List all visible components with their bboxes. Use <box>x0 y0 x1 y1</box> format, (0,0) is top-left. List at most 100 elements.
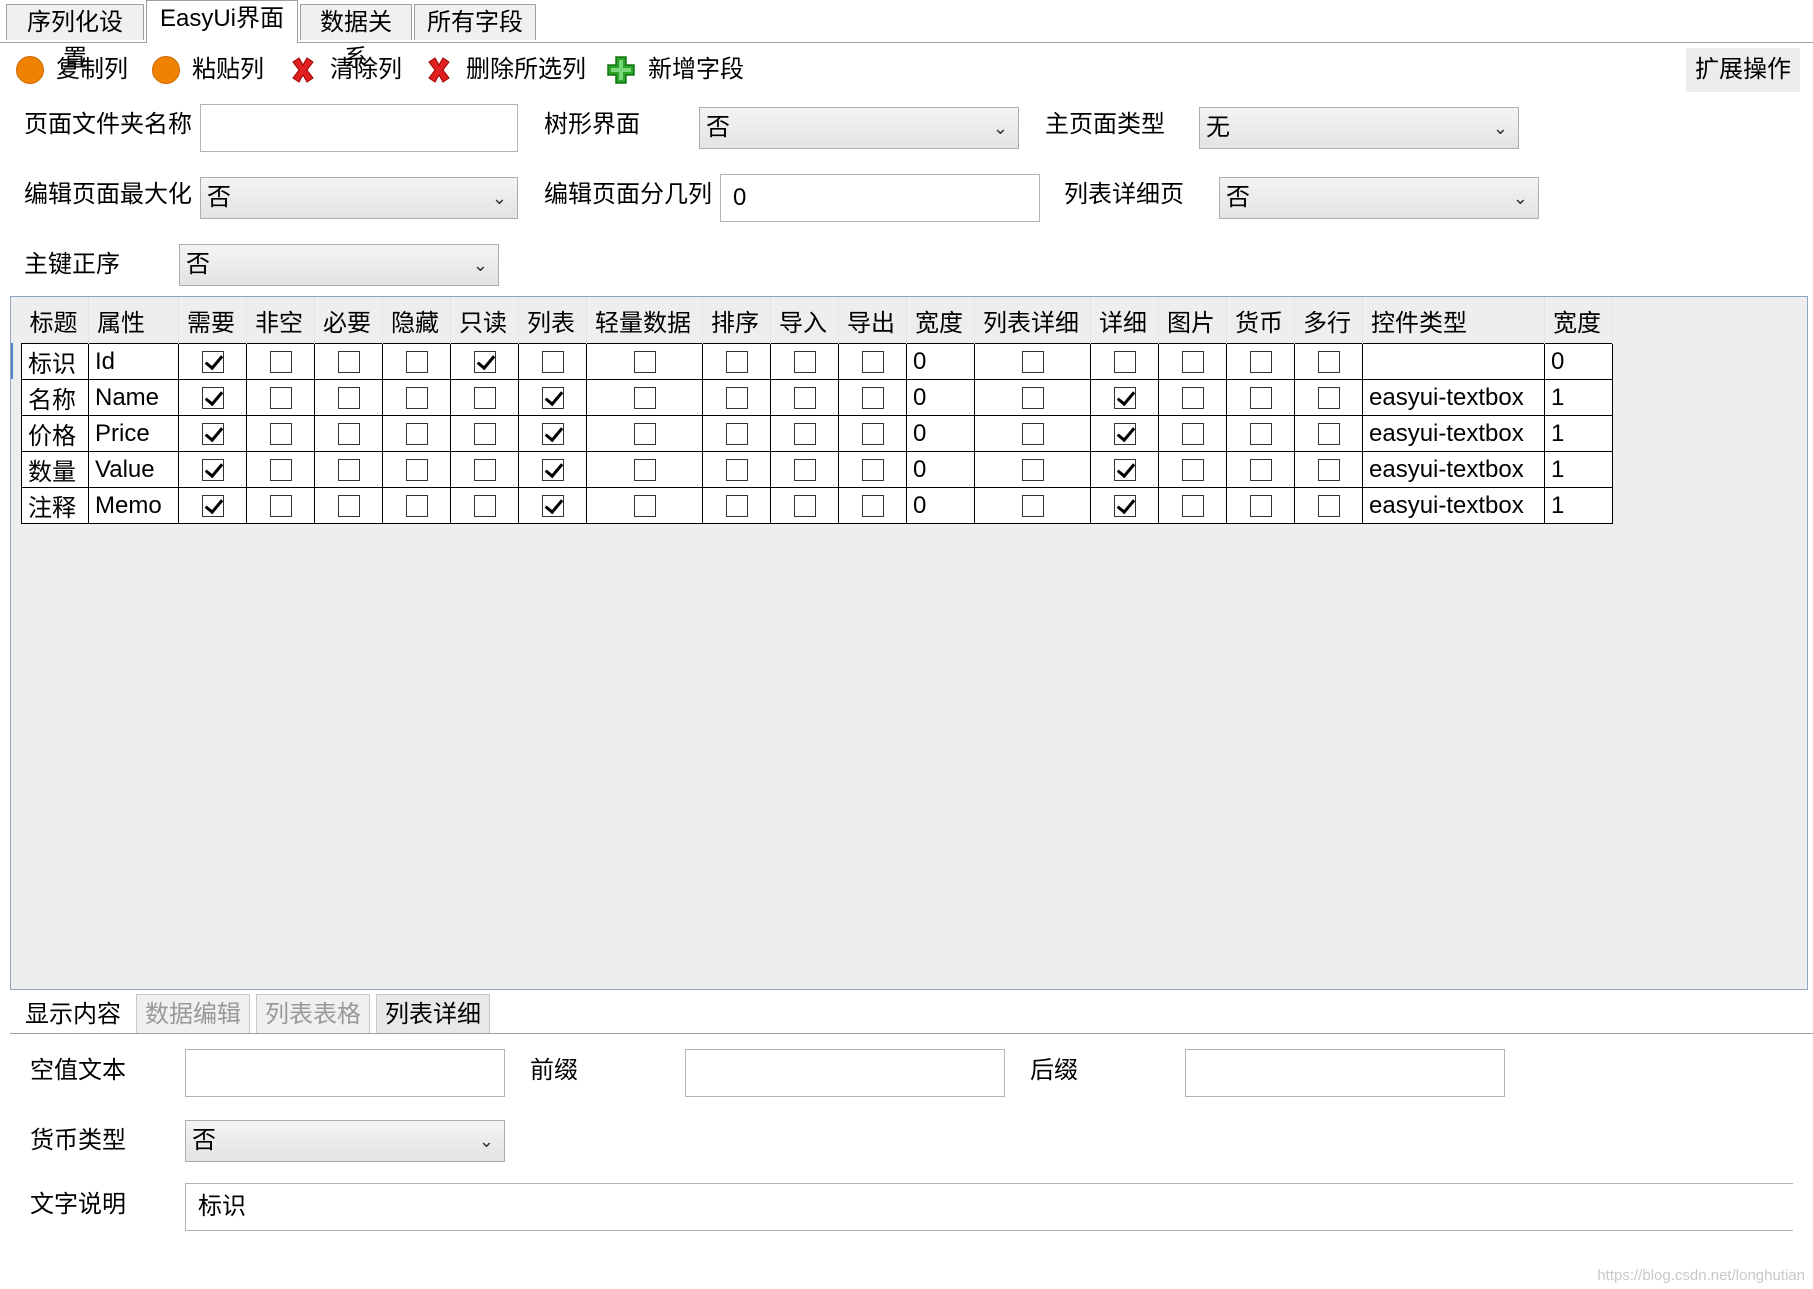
checkbox-currency[interactable] <box>1249 351 1272 374</box>
folder-name-input[interactable] <box>200 104 518 152</box>
checkbox-need[interactable] <box>201 387 224 410</box>
checkbox-import[interactable] <box>793 459 816 482</box>
checkbox-list[interactable] <box>541 459 564 482</box>
tab-list-detail[interactable]: 列表详细 <box>376 994 490 1034</box>
cell-width[interactable]: 0 <box>906 343 975 380</box>
checkbox-hidden[interactable] <box>405 495 428 518</box>
column-header[interactable]: 需要 <box>178 297 247 344</box>
checkbox-import[interactable] <box>793 423 816 446</box>
column-header[interactable]: 列表 <box>518 297 587 344</box>
checkbox-list[interactable] <box>541 423 564 446</box>
checkbox-image[interactable] <box>1181 423 1204 446</box>
column-header[interactable]: 控件类型 <box>1362 297 1545 344</box>
cell-prop[interactable]: Id <box>88 343 179 380</box>
column-header[interactable]: 货币 <box>1226 297 1295 344</box>
checkbox-readonly[interactable] <box>473 495 496 518</box>
checkbox-hidden[interactable] <box>405 459 428 482</box>
checkbox-sort[interactable] <box>725 423 748 446</box>
table-row[interactable]: 数量 Value 0 easyui-textbox 1 <box>21 451 1613 488</box>
checkbox-image[interactable] <box>1181 351 1204 374</box>
pk-asc-select[interactable]: 否 ⌄ <box>179 244 499 286</box>
cell-width[interactable]: 0 <box>906 487 975 524</box>
checkbox-list_detail[interactable] <box>1021 351 1044 374</box>
checkbox-list[interactable] <box>541 387 564 410</box>
tree-ui-select[interactable]: 否 ⌄ <box>699 107 1019 149</box>
checkbox-export[interactable] <box>861 495 884 518</box>
checkbox-currency[interactable] <box>1249 387 1272 410</box>
checkbox-currency[interactable] <box>1249 459 1272 482</box>
checkbox-required[interactable] <box>337 387 360 410</box>
suffix-input[interactable] <box>1185 1049 1505 1097</box>
checkbox-notnull[interactable] <box>269 495 292 518</box>
checkbox-detail[interactable] <box>1113 423 1136 446</box>
checkbox-detail[interactable] <box>1113 459 1136 482</box>
column-header[interactable]: 标题 <box>21 297 89 344</box>
column-header[interactable]: 图片 <box>1158 297 1227 344</box>
table-row[interactable]: 价格 Price 0 easyui-textbox 1 <box>21 415 1613 452</box>
checkbox-readonly[interactable] <box>473 423 496 446</box>
delete-selected-column-button[interactable]: 删除所选列 <box>424 52 586 88</box>
column-header[interactable]: 排序 <box>702 297 771 344</box>
clear-column-button[interactable]: 清除列 <box>288 52 402 88</box>
prefix-input[interactable] <box>685 1049 1005 1097</box>
checkbox-detail[interactable] <box>1113 387 1136 410</box>
cell-prop[interactable]: Memo <box>88 487 179 524</box>
cell-control[interactable] <box>1362 343 1545 380</box>
tab-data-edit[interactable]: 数据编辑 <box>136 994 250 1034</box>
checkbox-list[interactable] <box>541 495 564 518</box>
checkbox-notnull[interactable] <box>269 459 292 482</box>
checkbox-export[interactable] <box>861 387 884 410</box>
column-header[interactable]: 多行 <box>1294 297 1363 344</box>
checkbox-notnull[interactable] <box>269 423 292 446</box>
cell-prop[interactable]: Name <box>88 379 179 416</box>
checkbox-light[interactable] <box>633 387 656 410</box>
column-header[interactable]: 属性 <box>88 297 179 344</box>
checkbox-hidden[interactable] <box>405 351 428 374</box>
cell-prop[interactable]: Price <box>88 415 179 452</box>
checkbox-need[interactable] <box>201 495 224 518</box>
description-input[interactable]: 标识 <box>185 1183 1793 1231</box>
table-row[interactable]: 标识 Id 0 0 <box>21 343 1613 380</box>
checkbox-multiline[interactable] <box>1317 459 1340 482</box>
cell-prop[interactable]: Value <box>88 451 179 488</box>
checkbox-notnull[interactable] <box>269 387 292 410</box>
cell-control[interactable]: easyui-textbox <box>1362 415 1545 452</box>
list-detail-page-select[interactable]: 否 ⌄ <box>1219 177 1539 219</box>
checkbox-sort[interactable] <box>725 387 748 410</box>
main-page-type-select[interactable]: 无 ⌄ <box>1199 107 1519 149</box>
checkbox-image[interactable] <box>1181 495 1204 518</box>
tab-easyui[interactable]: EasyUi界面 <box>146 0 298 43</box>
checkbox-need[interactable] <box>201 423 224 446</box>
null-text-input[interactable] <box>185 1049 505 1097</box>
checkbox-currency[interactable] <box>1249 495 1272 518</box>
checkbox-required[interactable] <box>337 459 360 482</box>
cell-width2[interactable]: 1 <box>1544 451 1613 488</box>
cell-title[interactable]: 名称 <box>21 379 89 416</box>
column-header[interactable]: 详细 <box>1090 297 1159 344</box>
checkbox-sort[interactable] <box>725 495 748 518</box>
cell-title[interactable]: 标识 <box>21 343 89 380</box>
checkbox-light[interactable] <box>633 459 656 482</box>
checkbox-multiline[interactable] <box>1317 423 1340 446</box>
table-row[interactable]: 注释 Memo 0 easyui-textbox 1 <box>21 487 1613 524</box>
tab-list-table[interactable]: 列表表格 <box>256 994 370 1034</box>
column-header[interactable]: 导出 <box>838 297 907 344</box>
checkbox-multiline[interactable] <box>1317 387 1340 410</box>
checkbox-list_detail[interactable] <box>1021 459 1044 482</box>
checkbox-hidden[interactable] <box>405 387 428 410</box>
checkbox-image[interactable] <box>1181 387 1204 410</box>
column-header[interactable]: 轻量数据 <box>586 297 703 344</box>
cell-width2[interactable]: 1 <box>1544 487 1613 524</box>
cell-width2[interactable]: 1 <box>1544 379 1613 416</box>
checkbox-readonly[interactable] <box>473 459 496 482</box>
currency-type-select[interactable]: 否 ⌄ <box>185 1120 505 1162</box>
checkbox-detail[interactable] <box>1113 495 1136 518</box>
paste-column-button[interactable]: 粘贴列 <box>152 52 264 88</box>
column-header[interactable]: 导入 <box>770 297 839 344</box>
edit-max-select[interactable]: 否 ⌄ <box>200 177 518 219</box>
cell-title[interactable]: 价格 <box>21 415 89 452</box>
checkbox-required[interactable] <box>337 351 360 374</box>
table-row[interactable]: 名称 Name 0 easyui-textbox 1 <box>21 379 1613 416</box>
checkbox-import[interactable] <box>793 495 816 518</box>
cell-width2[interactable]: 0 <box>1544 343 1613 380</box>
